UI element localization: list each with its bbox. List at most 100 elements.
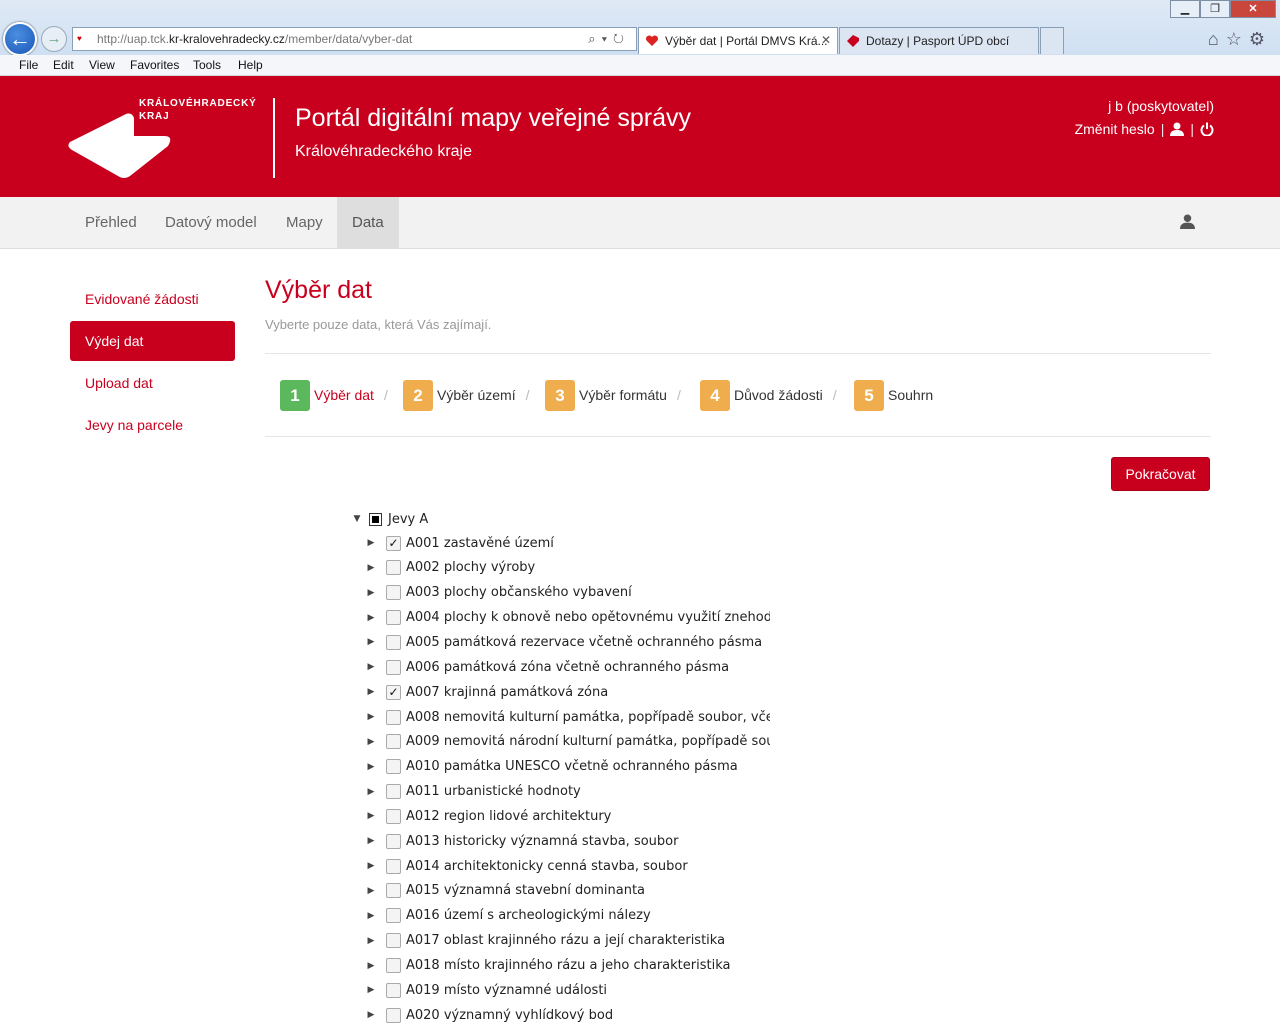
item-checkbox[interactable] [386, 908, 401, 924]
dropdown-icon[interactable]: ▾ [602, 31, 613, 46]
maximize-button[interactable]: ❐ [1200, 0, 1230, 18]
step-vyber-formatu[interactable]: 3 Výběr formátu / [545, 379, 681, 411]
tree-item[interactable]: ▶ A002 plochy výroby [364, 557, 535, 579]
tree-root-jevy-a[interactable]: ▼ Jevy A [350, 508, 429, 530]
continue-button[interactable]: Pokračovat [1111, 457, 1210, 491]
expand-arrow-icon[interactable]: ▶ [364, 563, 378, 573]
item-checkbox[interactable] [386, 784, 401, 799]
expand-arrow-icon[interactable]: ▶ [364, 985, 378, 995]
item-checkbox[interactable] [386, 709, 401, 725]
tree-item[interactable]: ▶ ✓ A007 krajinná památková zóna [364, 681, 608, 703]
expand-arrow-icon[interactable]: ▶ [364, 637, 378, 647]
tree-item[interactable]: ▶ A019 místo významné události [364, 979, 607, 1001]
step-vyber-dat[interactable]: 1 Výběr dat / [280, 379, 388, 411]
expand-arrow-icon[interactable]: ▶ [364, 613, 378, 623]
sidebar-item-upload-dat[interactable]: Upload dat [70, 363, 235, 403]
region-logo-icon[interactable] [68, 112, 174, 180]
tree-item[interactable]: ▶ A015 významná stavební dominanta [364, 880, 645, 902]
step-duvod-zadosti[interactable]: 4 Důvod žádosti / [700, 379, 837, 411]
menu-file[interactable]: File [19, 55, 38, 72]
expand-arrow-icon[interactable]: ▶ [364, 961, 378, 971]
item-checkbox[interactable] [386, 610, 401, 626]
menu-view[interactable]: View [89, 55, 115, 72]
item-checkbox[interactable] [386, 958, 401, 973]
refresh-icon[interactable]: ↻ [613, 31, 630, 46]
back-button[interactable]: ← [3, 22, 37, 56]
minimize-button[interactable]: ▁ [1170, 0, 1200, 18]
item-checkbox[interactable] [386, 833, 401, 849]
new-tab-button[interactable] [1040, 27, 1064, 54]
nav-data[interactable]: Data [337, 197, 399, 248]
item-checkbox[interactable] [386, 982, 401, 998]
forward-button[interactable]: → [41, 26, 67, 52]
tree-item[interactable]: ▶ A010 památka UNESCO včetně ochranného p… [364, 756, 738, 778]
item-checkbox[interactable] [386, 659, 401, 675]
sidebar-item-vydej-dat[interactable]: Výdej dat [70, 321, 235, 361]
collapse-arrow-icon[interactable]: ▼ [350, 514, 364, 524]
expand-arrow-icon[interactable]: ▶ [364, 687, 378, 697]
menu-help[interactable]: Help [238, 55, 263, 72]
expand-arrow-icon[interactable]: ▶ [364, 911, 378, 921]
tree-item[interactable]: ▶ A020 významný vyhlídkový bod [364, 1004, 613, 1024]
user-name[interactable]: j b (poskytovatel) [1108, 98, 1214, 114]
item-checkbox[interactable] [386, 560, 401, 576]
favorites-star-icon[interactable]: ☆ [1226, 29, 1249, 49]
tree-item[interactable]: ▶ A016 území s archeologickými nálezy [364, 905, 651, 927]
tree-item[interactable]: ▶ A018 místo krajinného rázu a jeho chara… [364, 955, 730, 977]
menu-edit[interactable]: Edit [53, 55, 74, 72]
search-icon[interactable]: ⌕ [588, 31, 601, 46]
item-checkbox[interactable] [386, 808, 401, 824]
step-souhrn[interactable]: 5 Souhrn [854, 379, 933, 411]
user-profile-icon[interactable] [1170, 122, 1185, 136]
change-password-link[interactable]: Změnit heslo [1075, 121, 1155, 137]
step-vyber-uzemi[interactable]: 2 Výběr území / [403, 379, 529, 411]
expand-arrow-icon[interactable]: ▶ [364, 588, 378, 598]
tree-item[interactable]: ▶ A013 historicky významná stavba, soubor [364, 830, 678, 852]
nav-prehled[interactable]: Přehled [70, 197, 152, 248]
item-checkbox[interactable] [386, 734, 401, 750]
tree-item[interactable]: ▶ A009 nemovitá národní kulturní památka,… [364, 731, 770, 753]
sidebar-item-evidovane-zadosti[interactable]: Evidované žádosti [70, 279, 235, 319]
item-checkbox[interactable] [386, 883, 401, 899]
item-checkbox[interactable] [386, 585, 401, 601]
expand-arrow-icon[interactable]: ▶ [364, 1010, 378, 1020]
item-checkbox[interactable] [386, 759, 401, 775]
tree-item[interactable]: ▶ A008 nemovitá kulturní památka, popřípa… [364, 706, 770, 728]
item-checkbox[interactable] [386, 634, 401, 650]
expand-arrow-icon[interactable]: ▶ [364, 787, 378, 797]
expand-arrow-icon[interactable]: ▶ [364, 762, 378, 772]
item-checkbox[interactable]: ✓ [386, 535, 401, 551]
sidebar-item-jevy-na-parcele[interactable]: Jevy na parcele [70, 405, 235, 445]
tab-close-icon[interactable]: ✕ [821, 33, 831, 47]
address-bar[interactable]: ♥ http://uap.tck.kr-kralovehradecky.cz/m… [72, 27, 637, 51]
power-logout-icon[interactable] [1200, 122, 1214, 136]
menu-favorites[interactable]: Favorites [130, 55, 179, 72]
tree-item[interactable]: ▶ A005 památková rezervace včetně ochrann… [364, 631, 762, 653]
tree-item[interactable]: ▶ A012 region lidové architektury [364, 805, 611, 827]
expand-arrow-icon[interactable]: ▶ [364, 861, 378, 871]
close-window-button[interactable]: ✕ [1230, 0, 1276, 18]
browser-tab[interactable]: Dotazy | Pasport ÚPD obcí [839, 27, 1039, 54]
expand-arrow-icon[interactable]: ▶ [364, 737, 378, 747]
item-checkbox[interactable] [386, 1007, 401, 1023]
expand-arrow-icon[interactable]: ▶ [364, 538, 378, 548]
tree-item[interactable]: ▶ A006 památková zóna včetně ochranného p… [364, 656, 729, 678]
tree-item[interactable]: ▶ ✓ A001 zastavěné území [364, 532, 554, 554]
expand-arrow-icon[interactable]: ▶ [364, 836, 378, 846]
expand-arrow-icon[interactable]: ▶ [364, 936, 378, 946]
nav-datovy-model[interactable]: Datový model [150, 197, 272, 248]
tree-item[interactable]: ▶ A017 oblast krajinného rázu a její char… [364, 930, 725, 952]
gear-icon[interactable]: ⚙ [1249, 29, 1272, 49]
item-checkbox[interactable] [386, 933, 401, 949]
expand-arrow-icon[interactable]: ▶ [364, 662, 378, 672]
expand-arrow-icon[interactable]: ▶ [364, 886, 378, 896]
item-checkbox[interactable]: ✓ [386, 684, 401, 700]
tree-item[interactable]: ▶ A011 urbanistické hodnoty [364, 781, 581, 803]
tree-item[interactable]: ▶ A003 plochy občanského vybavení [364, 582, 632, 604]
tree-item[interactable]: ▶ A014 architektonicky cenná stavba, soub… [364, 855, 688, 877]
tree-item[interactable]: ▶ A004 plochy k obnově nebo opětovnému vy… [364, 607, 770, 629]
user-menu-icon[interactable] [1180, 214, 1195, 229]
expand-arrow-icon[interactable]: ▶ [364, 811, 378, 821]
home-icon[interactable]: ⌂ [1208, 29, 1226, 49]
menu-tools[interactable]: Tools [193, 55, 221, 72]
